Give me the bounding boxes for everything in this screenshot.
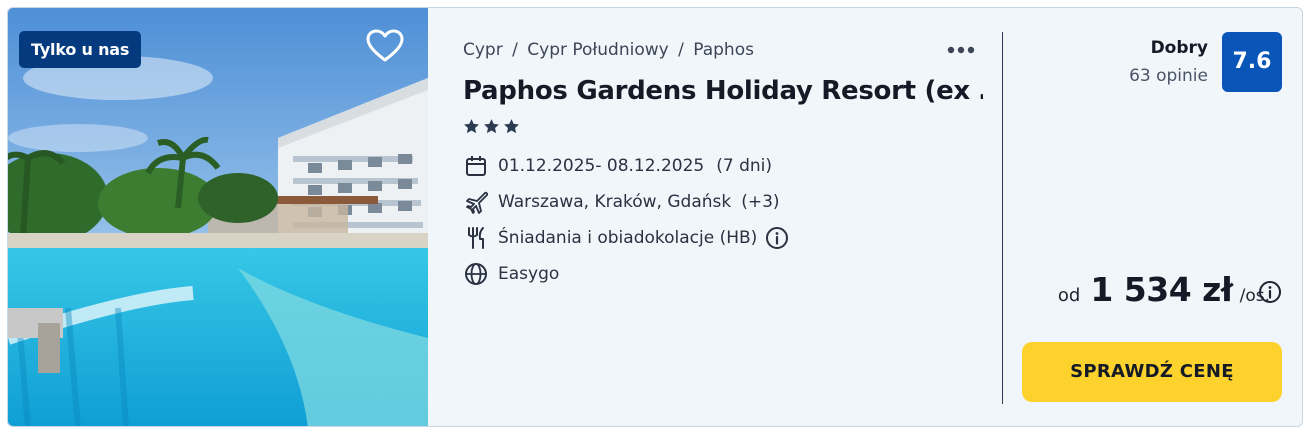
cutlery-icon	[463, 225, 489, 251]
more-horizontal-icon	[947, 46, 975, 54]
vertical-divider	[1002, 32, 1003, 404]
breadcrumb-separator: /	[512, 40, 518, 60]
price-info-button[interactable]	[1258, 280, 1282, 304]
check-price-button[interactable]: SPRAWDŹ CENĘ	[1022, 342, 1282, 402]
hotel-name[interactable]: Paphos Gardens Holiday Resort (ex …	[463, 76, 983, 106]
info-icon	[1259, 281, 1281, 303]
board-info-button[interactable]	[765, 226, 789, 250]
tour-operator: Easygo	[498, 264, 560, 284]
board-row: Śniadania i obiadokolacje (HB)	[463, 224, 789, 252]
price-block: od 1 534 zł /os.	[1058, 270, 1270, 309]
offer-info: Cypr / Cypr Południowy / Paphos Paphos G…	[463, 8, 983, 426]
hotel-photo[interactable]	[8, 8, 428, 426]
operator-row: Easygo	[463, 260, 559, 288]
review-count[interactable]: 63 opinie	[1129, 66, 1208, 86]
offer-card[interactable]: Tylko u nas Cypr / Cypr Południowy / Pap…	[7, 7, 1303, 427]
breadcrumb-separator: /	[678, 40, 684, 60]
globe-icon	[463, 261, 489, 287]
breadcrumb: Cypr / Cypr Południowy / Paphos	[463, 40, 754, 60]
heart-outline-icon	[366, 29, 404, 62]
departure-airports: Warszawa, Kraków, Gdańsk	[498, 192, 732, 212]
trip-duration: (7 dni)	[716, 156, 772, 176]
departure-row: Warszawa, Kraków, Gdańsk (+3)	[463, 188, 780, 216]
price-amount: 1 534 zł	[1090, 270, 1233, 309]
hotel-stars	[463, 118, 520, 135]
dates-row: 01.12.2025- 08.12.2025 (7 dni)	[463, 152, 772, 180]
rating-score-badge: 7.6	[1222, 32, 1282, 92]
airplane-icon	[463, 189, 489, 215]
breadcrumb-country[interactable]: Cypr	[463, 40, 503, 60]
price-from-label: od	[1057, 285, 1081, 306]
board-type: Śniadania i obiadokolacje (HB)	[498, 228, 758, 248]
star-icon	[464, 119, 479, 134]
breadcrumb-city[interactable]: Paphos	[693, 40, 754, 60]
breadcrumb-region[interactable]: Cypr Południowy	[527, 40, 668, 60]
rating-label: Dobry	[1150, 38, 1208, 58]
exclusive-badge: Tylko u nas	[19, 31, 142, 68]
more-airports[interactable]: (+3)	[741, 192, 779, 212]
info-icon	[766, 227, 789, 249]
star-icon	[504, 119, 519, 134]
calendar-icon	[463, 153, 489, 179]
star-icon	[484, 119, 499, 134]
more-options-button[interactable]	[944, 38, 978, 62]
favorite-button[interactable]	[365, 28, 405, 64]
hotel-photo-image	[8, 8, 428, 426]
travel-dates: 01.12.2025- 08.12.2025	[498, 156, 705, 176]
